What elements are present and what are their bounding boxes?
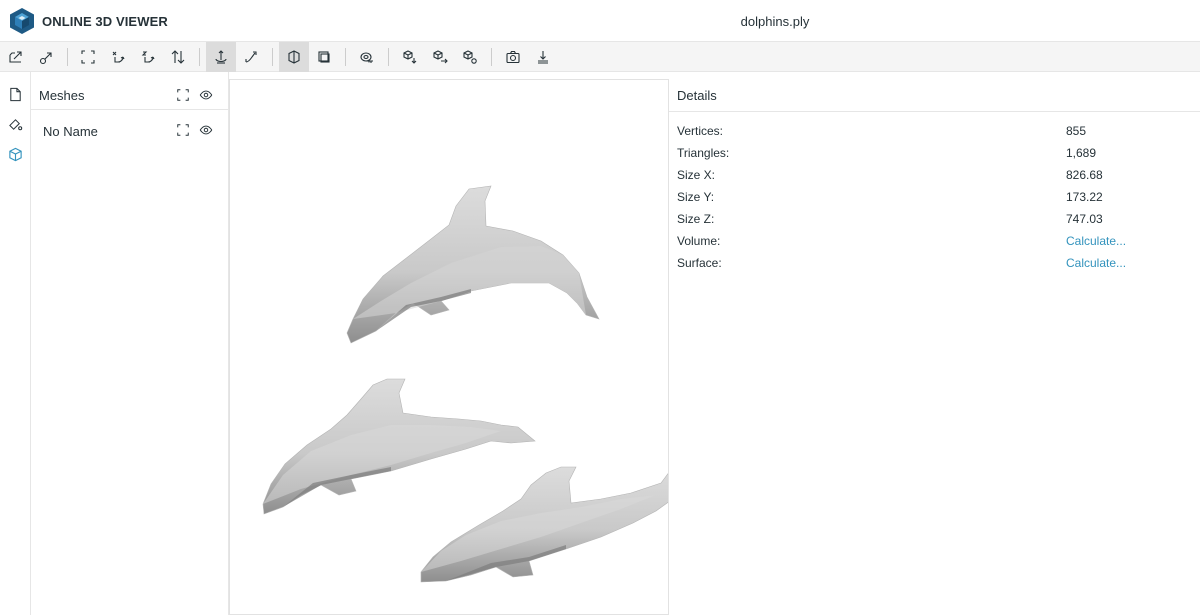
detail-label: Size Y: — [677, 190, 715, 204]
detail-row-triangles: Triangles: 1,689 — [669, 143, 1200, 165]
orthographic-camera-button[interactable] — [309, 42, 339, 72]
eye-icon — [199, 90, 213, 100]
left-navigation — [0, 72, 31, 615]
perspective-camera-button[interactable] — [279, 42, 309, 72]
export-icon — [403, 50, 417, 64]
fix-up-off-icon — [245, 51, 257, 63]
toolbar — [0, 42, 1200, 72]
detail-label: Vertices: — [677, 124, 724, 138]
fit-mesh-button[interactable] — [175, 122, 191, 138]
materials-nav-button[interactable] — [5, 114, 25, 134]
detail-row-size-z: Size Z: 747.03 — [669, 209, 1200, 231]
eye-icon — [199, 125, 213, 135]
fixed-up-vector-button[interactable] — [206, 42, 236, 72]
measure-icon — [360, 52, 373, 63]
camera-orthographic-icon — [318, 51, 330, 63]
detail-value: 1,689 — [1066, 146, 1097, 160]
files-nav-button[interactable] — [5, 84, 25, 104]
dolphin-shape — [262, 378, 536, 515]
meshes-panel: Meshes No Name — [31, 72, 229, 615]
open-file-icon — [9, 51, 22, 63]
detail-label: Size Z: — [677, 212, 715, 226]
fit-all-meshes-button[interactable] — [175, 87, 191, 103]
toggle-mesh-visibility-button[interactable] — [198, 122, 214, 138]
calculate-surface-link[interactable]: Calculate... — [1066, 256, 1126, 270]
camera-icon — [506, 50, 520, 64]
detail-row-vertices: Vertices: 855 — [669, 121, 1200, 143]
share-button[interactable] — [425, 42, 455, 72]
free-orbit-button[interactable] — [236, 42, 266, 72]
set-up-z-button[interactable] — [133, 42, 163, 72]
mesh-list-item[interactable]: No Name — [31, 117, 229, 143]
embed-icon — [463, 50, 477, 64]
detail-value: 747.03 — [1066, 212, 1103, 226]
meshes-nav-button[interactable] — [5, 144, 25, 164]
toolbar-separator — [388, 48, 389, 66]
dolphin-model — [262, 185, 668, 583]
meshes-icon — [8, 147, 22, 161]
detail-value: 826.68 — [1066, 168, 1103, 182]
open-file-button[interactable] — [1, 42, 31, 72]
detail-label: Volume: — [677, 234, 721, 248]
up-z-icon — [141, 51, 155, 63]
detail-value: 855 — [1066, 124, 1087, 138]
dolphin-shape — [420, 466, 668, 583]
share-icon — [433, 50, 448, 64]
detail-row-size-x: Size X: 826.68 — [669, 165, 1200, 187]
fix-up-on-icon — [215, 50, 227, 64]
files-icon — [9, 87, 21, 101]
details-title: Details — [677, 88, 717, 103]
meshes-panel-header: Meshes — [31, 72, 229, 110]
detail-row-surface: Surface: Calculate... — [669, 253, 1200, 275]
meshes-panel-title: Meshes — [39, 88, 85, 103]
detail-label: Surface: — [677, 256, 722, 270]
settings-button[interactable] — [528, 42, 558, 72]
fit-icon — [81, 50, 95, 64]
logo-icon[interactable] — [8, 7, 36, 35]
snapshot-button[interactable] — [498, 42, 528, 72]
export-button[interactable] — [395, 42, 425, 72]
materials-icon — [8, 118, 22, 130]
measure-button[interactable] — [352, 42, 382, 72]
app-title[interactable]: ONLINE 3D VIEWER — [42, 14, 168, 29]
fit-to-window-button[interactable] — [73, 42, 103, 72]
detail-value: 173.22 — [1066, 190, 1103, 204]
fit-icon — [177, 89, 189, 101]
settings-icon — [538, 51, 548, 64]
details-panel-header: Details — [669, 72, 1200, 112]
app-header: ONLINE 3D VIEWER dolphins.ply — [0, 0, 1200, 42]
details-panel: Details Vertices: 855 Triangles: 1,689 S… — [669, 72, 1200, 615]
file-name: dolphins.ply — [740, 14, 810, 29]
3d-viewport[interactable] — [229, 79, 669, 615]
toggle-all-meshes-visibility-button[interactable] — [198, 87, 214, 103]
open-url-icon — [39, 52, 52, 65]
detail-label: Size X: — [677, 168, 716, 182]
detail-row-size-y: Size Y: 173.22 — [669, 187, 1200, 209]
set-up-y-button[interactable] — [103, 42, 133, 72]
camera-perspective-icon — [288, 50, 300, 64]
dolphin-shape — [346, 185, 600, 344]
fit-icon — [177, 124, 189, 136]
detail-label: Triangles: — [677, 146, 730, 160]
open-url-button[interactable] — [31, 42, 61, 72]
embed-button[interactable] — [455, 42, 485, 72]
flip-icon — [171, 50, 185, 64]
toolbar-separator — [67, 48, 68, 66]
up-y-icon — [112, 51, 125, 63]
calculate-volume-link[interactable]: Calculate... — [1066, 234, 1126, 248]
mesh-name: No Name — [43, 124, 98, 139]
toolbar-separator — [272, 48, 273, 66]
toolbar-separator — [491, 48, 492, 66]
toolbar-separator — [199, 48, 200, 66]
detail-row-volume: Volume: Calculate... — [669, 231, 1200, 253]
toolbar-separator — [345, 48, 346, 66]
flip-up-button[interactable] — [163, 42, 193, 72]
